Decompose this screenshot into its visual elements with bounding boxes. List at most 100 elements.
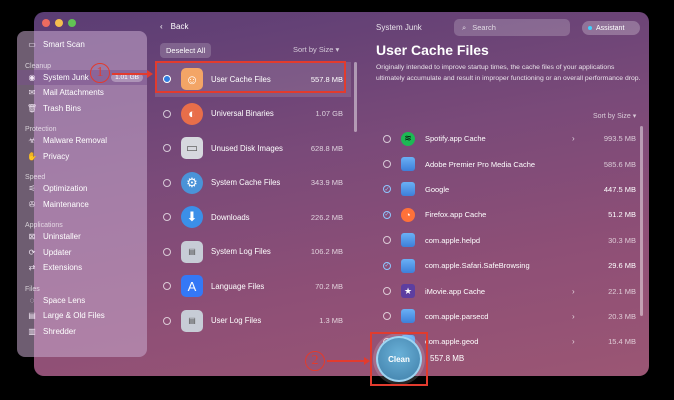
radio-button[interactable] <box>163 282 171 291</box>
search-input[interactable]: ⌕ Search <box>454 19 570 36</box>
wrench-icon: ✇ <box>28 199 36 209</box>
assistant-button[interactable]: Assistant <box>582 21 640 35</box>
chevron-right-icon[interactable]: › <box>572 287 596 296</box>
window-controls <box>42 19 76 27</box>
annotation-step-2: 2 <box>305 351 325 371</box>
sidebar-item-malware-removal[interactable]: ☣ Malware Removal <box>17 133 147 149</box>
list-item-universal-binaries[interactable]: ◐ Universal Binaries 1.07 GB <box>155 97 351 132</box>
list-item-downloads[interactable]: ⬇ Downloads 226.2 MB <box>155 200 351 235</box>
sidebar-section-cleanup: Cleanup <box>25 62 52 70</box>
status-dot-icon <box>588 26 592 30</box>
checkbox-checked[interactable]: ✓ <box>383 185 391 194</box>
checkbox[interactable] <box>383 160 391 169</box>
chevron-right-icon[interactable]: › <box>572 312 596 321</box>
sidebar-item-maintenance[interactable]: ✇ Maintenance <box>17 197 147 213</box>
radio-button[interactable] <box>163 213 171 222</box>
radio-button[interactable] <box>163 316 171 325</box>
checkbox[interactable] <box>383 236 391 245</box>
chevron-down-icon: ▾ <box>335 45 340 54</box>
sidebar-item-extensions[interactable]: ⇄ Extensions <box>17 260 147 276</box>
firefox-icon: ◔ <box>401 207 415 222</box>
detail-sort-dropdown[interactable]: Sort by Size ▾ <box>593 112 636 120</box>
close-window-button[interactable] <box>42 19 50 27</box>
folder-icon: ▤ <box>28 311 36 321</box>
folder-icon <box>401 182 415 197</box>
list-item-system-cache-files[interactable]: ⚙ System Cache Files 343.9 MB <box>155 166 351 201</box>
category-list-scrollbar[interactable] <box>354 62 357 132</box>
folder-icon <box>401 258 415 273</box>
minimize-window-button[interactable] <box>55 19 63 27</box>
list-item-safari-safebrowsing[interactable]: ✓ com.apple.Safari.SafeBrowsing 29.6 MB <box>380 253 636 278</box>
window-title: System Junk <box>376 23 422 32</box>
detail-description: Originally intended to improve startup t… <box>376 64 641 82</box>
checkbox[interactable] <box>383 287 391 296</box>
list-item-firefox-cache[interactable]: ✓ ◔ Firefox.app Cache 51.2 MB <box>380 202 636 227</box>
annotation-box-clean <box>370 332 428 386</box>
search-icon: ⌕ <box>462 22 467 32</box>
deselect-all-button[interactable]: Deselect All <box>160 43 212 58</box>
sort-by-size-dropdown[interactable]: Sort by Size ▾ <box>293 45 339 54</box>
updater-icon: ⟳ <box>28 247 36 257</box>
chevron-down-icon: ▾ <box>632 113 637 120</box>
back-button[interactable]: ‹ Back <box>160 22 188 31</box>
list-item-system-log-files[interactable]: ▤ System Log Files 106.2 MB <box>155 235 351 270</box>
biohazard-icon: ☣ <box>28 136 36 146</box>
list-item-apple-helpd[interactable]: com.apple.helpd 30.3 MB <box>380 228 636 253</box>
system-junk-icon: ◉ <box>28 72 36 82</box>
checkbox-checked[interactable]: ✓ <box>383 261 391 270</box>
checkbox[interactable] <box>383 134 391 143</box>
sidebar: ▭ Smart Scan Cleanup ◉ System Junk 1.01 GB … <box>17 31 147 357</box>
disk-image-icon: ▭ <box>181 137 203 160</box>
sidebar-item-shredder[interactable]: ▥ Shredder <box>17 324 147 340</box>
list-item-spotify-cache[interactable]: ≋ Spotify.app Cache › 993.5 MB <box>380 126 636 151</box>
mail-icon: ✉ <box>28 88 36 98</box>
sidebar-item-uninstaller[interactable]: ⊠ Uninstaller <box>17 229 147 245</box>
system-cache-icon: ⚙ <box>181 171 203 194</box>
sidebar-item-system-junk[interactable]: ◉ System Junk 1.01 GB <box>17 69 147 85</box>
sidebar-section-applications: Applications <box>25 222 63 229</box>
sidebar-section-files: Files <box>25 285 40 293</box>
sidebar-section-speed: Speed <box>25 174 46 181</box>
sidebar-item-trash-bins[interactable]: 🗑 Trash Bins <box>17 101 147 117</box>
sidebar-item-large-old-files[interactable]: ▤ Large & Old Files <box>17 308 147 324</box>
annotation-box-user-cache <box>155 61 346 93</box>
zoom-window-button[interactable] <box>68 19 76 27</box>
list-item-unused-disk-images[interactable]: ▭ Unused Disk Images 628.8 MB <box>155 131 351 166</box>
folder-icon <box>401 233 415 248</box>
list-item-google[interactable]: ✓ Google 447.5 MB <box>380 177 636 202</box>
sidebar-item-privacy[interactable]: ✋ Privacy <box>17 149 147 165</box>
list-item-language-files[interactable]: A Language Files 70.2 MB <box>155 269 351 304</box>
checkbox[interactable] <box>383 312 391 321</box>
uninstaller-icon: ⊠ <box>28 232 36 242</box>
chevron-right-icon[interactable]: › <box>572 337 596 346</box>
checkbox-checked[interactable]: ✓ <box>383 210 391 219</box>
monitor-icon: ▭ <box>28 40 36 50</box>
chevron-right-icon[interactable]: › <box>572 134 596 143</box>
log-file-icon: ▤ <box>181 240 203 263</box>
annotation-arrow-2 <box>327 357 370 365</box>
imovie-icon: ★ <box>401 284 415 299</box>
annotation-step-1: 1 <box>90 63 110 83</box>
cache-file-list-scrollbar[interactable] <box>640 126 643 316</box>
sidebar-item-updater[interactable]: ⟳ Updater <box>17 245 147 261</box>
radio-button[interactable] <box>163 144 171 153</box>
universal-binaries-icon: ◐ <box>181 102 203 125</box>
extensions-icon: ⇄ <box>28 263 36 273</box>
spotify-icon: ≋ <box>401 131 415 146</box>
radio-button[interactable] <box>163 178 171 187</box>
sidebar-item-mail-attachments[interactable]: ✉ Mail Attachments <box>17 85 147 101</box>
radio-button[interactable] <box>163 109 171 118</box>
list-item-imovie-cache[interactable]: ★ iMovie.app Cache › 22.1 MB <box>380 278 636 303</box>
list-item-user-log-files[interactable]: ▤ User Log Files 1.3 MB <box>155 304 351 339</box>
sliders-icon: ⚟ <box>28 184 36 194</box>
detail-heading: User Cache Files <box>376 42 489 58</box>
annotation-arrow-1 <box>112 70 153 78</box>
sidebar-item-optimization[interactable]: ⚟ Optimization <box>17 181 147 197</box>
list-item-apple-parsecd[interactable]: com.apple.parsecd › 20.3 MB <box>380 304 636 329</box>
sidebar-item-smart-scan[interactable]: ▭ Smart Scan <box>17 37 147 53</box>
space-lens-icon: ◌ <box>29 295 35 305</box>
trash-icon: 🗑 <box>26 103 38 113</box>
sidebar-item-space-lens[interactable]: ◌ Space Lens <box>17 293 147 309</box>
radio-button[interactable] <box>163 247 171 256</box>
list-item-adobe-premier-cache[interactable]: Adobe Premier Pro Media Cache 585.6 MB <box>380 151 636 176</box>
